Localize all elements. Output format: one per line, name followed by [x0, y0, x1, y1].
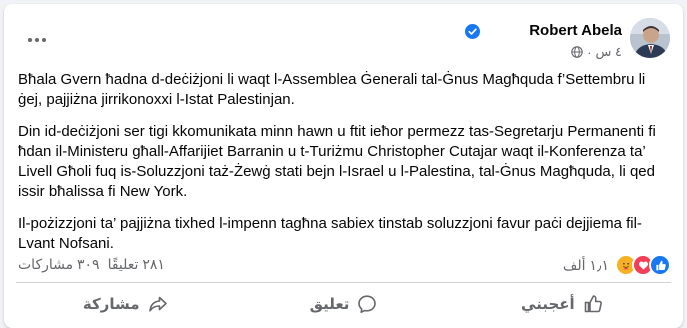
- comment-button-label: تعليق: [309, 296, 350, 313]
- post-timestamp[interactable]: ٤ س: [596, 44, 622, 60]
- reactions-count[interactable]: ١٫١ ألف: [563, 257, 609, 274]
- share-button-label: مشاركة: [82, 296, 140, 313]
- comment-button[interactable]: تعليق: [234, 286, 452, 322]
- shares-count[interactable]: ٣٠٩ مشاركات: [18, 256, 100, 273]
- post-meta: · ٤ س: [571, 44, 622, 60]
- more-options-button[interactable]: [22, 30, 52, 50]
- post-actions: أعجبني تعليق مشاركة: [16, 286, 671, 322]
- post-paragraph: Din id-deċiżjoni ser tigi kkomunikata mi…: [18, 123, 656, 200]
- share-button[interactable]: مشاركة: [16, 286, 234, 322]
- post-body: Bħala Gvern ħadna d-deċiżjoni li waqt l-…: [18, 70, 673, 266]
- like-reaction-icon: [649, 254, 671, 276]
- post-card: Robert Abela · ٤ س Bħala Gvern ħadna d-d…: [4, 4, 683, 328]
- more-horizontal-icon: [28, 38, 32, 42]
- actions-divider: [16, 282, 671, 283]
- author-name[interactable]: Robert Abela: [529, 22, 622, 39]
- thumbs-up-icon: [584, 295, 602, 313]
- meta-separator: ·: [587, 44, 592, 60]
- engagement-counts: ٣٠٩ مشاركات ٢٨١ تعليقًا: [18, 256, 165, 273]
- like-button[interactable]: أعجبني: [453, 286, 671, 322]
- author-avatar[interactable]: [630, 18, 670, 58]
- post-paragraph: Bħala Gvern ħadna d-deċiżjoni li waqt l-…: [18, 71, 646, 108]
- post-stats: ١٫١ ألف ٣٠٩ مشاركات ٢٨١ تعليقًا: [4, 248, 683, 278]
- comment-icon: [358, 295, 377, 313]
- globe-icon: [571, 46, 583, 58]
- reactions-summary[interactable]: ١٫١ ألف: [563, 254, 671, 276]
- share-icon: [148, 296, 167, 312]
- avatar-image-icon: [630, 18, 670, 58]
- post-header: Robert Abela · ٤ س: [4, 4, 683, 66]
- verified-badge-icon: [465, 24, 480, 39]
- like-button-label: أعجبني: [521, 296, 575, 313]
- comments-count[interactable]: ٢٨١ تعليقًا: [108, 256, 165, 273]
